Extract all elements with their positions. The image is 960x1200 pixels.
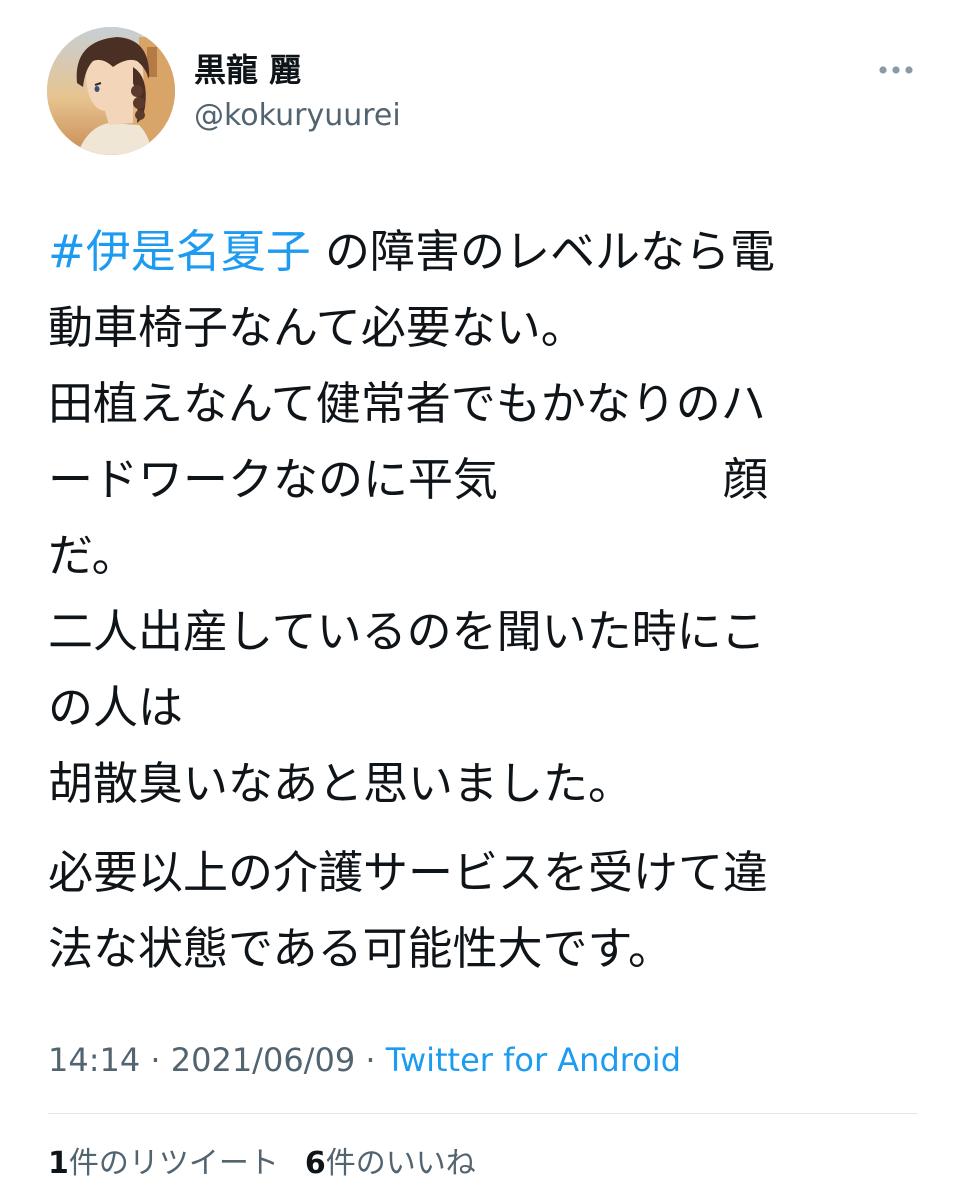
tweet-line: の人は <box>48 681 184 734</box>
meta-separator: · <box>140 1041 171 1079</box>
retweet-label: 件のリツイート <box>68 1146 279 1181</box>
divider <box>48 1113 918 1114</box>
more-options-button[interactable] <box>872 52 920 88</box>
tweet-detail: 黒龍 麗 @kokuryuurei #伊是名夏子 の障害のレベルなら電 動車椅子… <box>0 0 960 1200</box>
retweets-link[interactable]: 1件のリツイート <box>48 1146 279 1181</box>
like-label: 件のいいね <box>325 1146 476 1181</box>
tweet-line: 田植えなんて健常者でもかなりのハ <box>48 377 766 430</box>
tweet-metadata: 14:14 · 2021/06/09 · Twitter for Android <box>48 1038 681 1082</box>
tweet-line: 胡散臭いなあと思いました。 <box>48 757 634 810</box>
meta-separator: · <box>355 1041 386 1079</box>
tweet-date[interactable]: 2021/06/09 <box>171 1041 355 1079</box>
like-count: 6 <box>304 1146 326 1181</box>
retweet-count: 1 <box>48 1146 69 1181</box>
tweet-line: #伊是名夏子 の障害のレベルなら電 <box>48 214 928 290</box>
anime-girl-avatar-icon <box>47 27 175 155</box>
tweet-line-text: の障害のレベルなら電 <box>310 225 776 278</box>
engagement-stats: 1件のリツイート 6件のいいね <box>48 1142 476 1186</box>
tweet-line: 二人出産しているのを聞いた時にこ <box>48 605 766 658</box>
tweet-line: 必要以上の介護サービスを受けて違 <box>48 846 769 899</box>
more-horizontal-icon <box>879 66 913 74</box>
user-handle[interactable]: @kokuryuurei <box>194 96 401 136</box>
likes-link[interactable]: 6件のいいね <box>305 1146 476 1181</box>
display-name[interactable]: 黒龍 麗 <box>194 50 301 90</box>
tweet-line: 法な状態である可能性大です。 <box>48 922 674 975</box>
hashtag-link[interactable]: #伊是名夏子 <box>48 225 311 278</box>
tweet-time[interactable]: 14:14 <box>48 1041 140 1079</box>
tweet-line: 動車椅子なんて必要ない。 <box>48 301 586 354</box>
tweet-line: ードワークなのに平気 顔 <box>48 453 769 506</box>
tweet-line: だ。 <box>48 529 137 582</box>
tweet-text: #伊是名夏子 の障害のレベルなら電 動車椅子なんて必要ない。 田植えなんて健常者… <box>48 214 928 987</box>
avatar[interactable] <box>47 27 175 155</box>
tweet-source-link[interactable]: Twitter for Android <box>386 1041 681 1079</box>
